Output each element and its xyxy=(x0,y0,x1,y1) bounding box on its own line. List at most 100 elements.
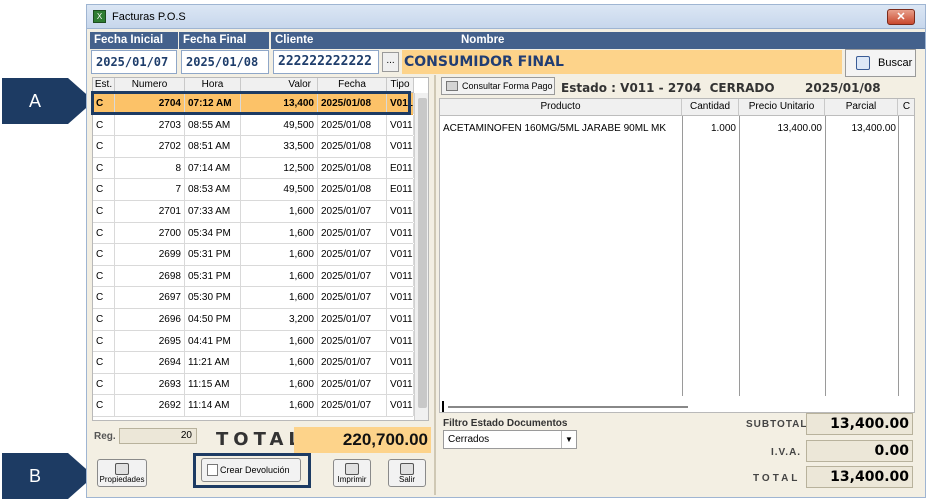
row-valor: 1,600 xyxy=(241,265,318,287)
filtro-select[interactable]: Cerrados ▼ xyxy=(443,430,577,449)
table-row[interactable]: C 2696 04:50 PM 3,200 2025/01/07 V011 xyxy=(93,309,414,331)
table-row[interactable]: C 2692 11:14 AM 1,600 2025/01/07 V011 xyxy=(93,395,414,417)
iva-value: 0.00 xyxy=(806,440,913,462)
row-tipo: V011 xyxy=(387,201,414,222)
printer-icon xyxy=(345,463,359,475)
callout-b: B xyxy=(2,453,94,499)
fecha-final-label: Fecha Final xyxy=(179,32,269,49)
callout-b-label: B xyxy=(28,465,41,486)
salir-button[interactable]: Salir xyxy=(388,459,426,487)
cliente-label: Cliente xyxy=(271,32,457,49)
table-row[interactable]: C 7 08:53 AM 49,500 2025/01/08 E011 xyxy=(93,179,414,201)
estado-doc: Estado : V011 - 2704 xyxy=(561,81,702,95)
search-icon xyxy=(856,56,870,70)
vertical-scrollbar[interactable] xyxy=(414,93,428,420)
row-fecha: 2025/01/08 xyxy=(318,157,387,179)
row-hora: 08:51 AM xyxy=(185,136,241,157)
col-header-producto[interactable]: Producto xyxy=(440,99,682,116)
row-est: C xyxy=(93,265,115,287)
row-fecha: 2025/01/07 xyxy=(318,287,387,308)
table-row[interactable]: C 8 07:14 AM 12,500 2025/01/08 E011 xyxy=(93,157,414,180)
propiedades-label: Propiedades xyxy=(99,475,145,484)
estado-status: CERRADO xyxy=(709,81,775,95)
item-cantidad[interactable]: 1.000 xyxy=(682,123,736,134)
consultar-forma-pago-button[interactable]: Consultar Forma Pago xyxy=(441,77,555,95)
table-row[interactable]: C 2698 05:31 PM 1,600 2025/01/07 V011 xyxy=(93,265,414,288)
row-numero: 2694 xyxy=(115,352,185,373)
estado-fecha: 2025/01/08 xyxy=(805,81,881,95)
buscar-button[interactable]: Buscar xyxy=(845,49,916,77)
col-header-precio[interactable]: Precio Unitario xyxy=(739,99,825,116)
horizontal-scrollbar[interactable] xyxy=(448,406,688,408)
col-header-parcial[interactable]: Parcial xyxy=(825,99,898,116)
subtotal-label: SUBTOTAL xyxy=(746,419,808,430)
row-valor: 49,500 xyxy=(241,179,318,200)
row-valor: 12,500 xyxy=(241,157,318,179)
row-valor: 1,600 xyxy=(241,352,318,373)
imprimir-button[interactable]: Imprimir xyxy=(333,459,371,487)
cliente-lookup-button[interactable]: ... xyxy=(382,52,399,72)
iva-label: I.V.A. xyxy=(771,447,802,458)
fecha-final-field[interactable]: 2025/01/08 xyxy=(181,50,269,74)
table-row[interactable]: C 2702 08:51 AM 33,500 2025/01/08 V011 xyxy=(93,136,414,158)
row-est: C xyxy=(93,309,115,330)
exit-icon xyxy=(400,463,414,475)
chevron-down-icon[interactable]: ▼ xyxy=(561,431,576,448)
cliente-nombre: CONSUMIDOR FINAL xyxy=(402,50,842,74)
row-tipo: V011 xyxy=(387,287,414,308)
row-est: C xyxy=(93,352,115,373)
row-fecha: 2025/01/08 xyxy=(318,179,387,200)
row-numero: 7 xyxy=(115,179,185,200)
table-row[interactable]: C 2694 11:21 AM 1,600 2025/01/07 V011 xyxy=(93,352,414,374)
row-hora: 04:50 PM xyxy=(185,309,241,330)
table-row[interactable]: C 2700 05:34 PM 1,600 2025/01/07 V011 xyxy=(93,222,414,245)
fecha-inicial-label: Fecha Inicial xyxy=(90,32,178,49)
filtro-selected-value: Cerrados xyxy=(448,434,490,445)
row-tipo: V011 xyxy=(387,136,414,157)
propiedades-button[interactable]: Propiedades xyxy=(97,459,147,487)
table-row[interactable]: C 2703 08:55 AM 49,500 2025/01/08 V011 xyxy=(93,114,414,137)
close-icon[interactable]: ✕ xyxy=(887,9,915,25)
column-divider xyxy=(898,116,899,396)
row-numero: 2700 xyxy=(115,222,185,244)
row-numero: 2693 xyxy=(115,373,185,395)
fecha-inicial-field[interactable]: 2025/01/07 xyxy=(91,50,177,74)
row-hora: 07:33 AM xyxy=(185,201,241,222)
row-hora: 07:14 AM xyxy=(185,157,241,179)
row-tipo: E011 xyxy=(387,157,414,179)
row-numero: 2697 xyxy=(115,287,185,308)
list-total-value: 220,700.00 xyxy=(294,427,431,453)
row-est: C xyxy=(93,157,115,179)
row-hora: 11:15 AM xyxy=(185,373,241,395)
table-row[interactable]: C 2693 11:15 AM 1,600 2025/01/07 V011 xyxy=(93,373,414,396)
item-precio[interactable]: 13,400.00 xyxy=(739,123,823,134)
row-est: C xyxy=(93,330,115,352)
col-header-c[interactable]: C xyxy=(898,99,914,116)
column-divider xyxy=(825,116,826,396)
row-valor: 1,600 xyxy=(241,373,318,395)
table-row[interactable]: C 2695 04:41 PM 1,600 2025/01/07 V011 xyxy=(93,330,414,353)
row-fecha: 2025/01/07 xyxy=(318,395,387,416)
cliente-field[interactable]: 222222222222 xyxy=(273,50,379,74)
table-row[interactable]: C 2701 07:33 AM 1,600 2025/01/07 V011 xyxy=(93,201,414,223)
row-numero: 2702 xyxy=(115,136,185,157)
row-hora: 05:34 PM xyxy=(185,222,241,244)
item-producto[interactable]: ACETAMINOFEN 160MG/5ML JARABE 90ML MK xyxy=(443,123,666,134)
row-numero: 2699 xyxy=(115,244,185,265)
row-est: C xyxy=(93,287,115,308)
detalle-table: Producto Cantidad Precio Unitario Parcia… xyxy=(439,98,915,413)
salir-label: Salir xyxy=(398,475,415,484)
row-fecha: 2025/01/07 xyxy=(318,265,387,287)
row-numero: 8 xyxy=(115,157,185,179)
column-divider xyxy=(682,116,683,396)
item-parcial[interactable]: 13,400.00 xyxy=(825,123,897,134)
row-numero: 2703 xyxy=(115,114,185,136)
col-header-cantidad[interactable]: Cantidad xyxy=(682,99,739,116)
row-fecha: 2025/01/07 xyxy=(318,244,387,265)
table-row[interactable]: C 2699 05:31 PM 1,600 2025/01/07 V011 xyxy=(93,244,414,266)
scrollbar-thumb[interactable] xyxy=(418,98,427,408)
table-row[interactable]: C 2697 05:30 PM 1,600 2025/01/07 V011 xyxy=(93,287,414,309)
row-valor: 3,200 xyxy=(241,309,318,330)
row-fecha: 2025/01/08 xyxy=(318,136,387,157)
row-valor: 1,600 xyxy=(241,330,318,352)
